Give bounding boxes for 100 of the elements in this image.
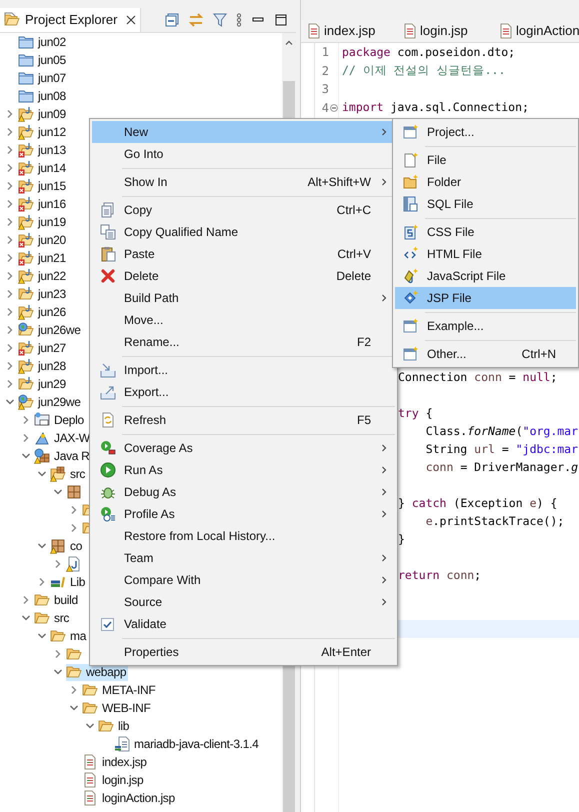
tree-item[interactable]: jun14 bbox=[18, 160, 68, 176]
editor-tab[interactable]: loginAction bbox=[493, 20, 579, 42]
menu-item[interactable]: Team bbox=[92, 547, 395, 569]
menu-item[interactable]: Properties Alt+Enter bbox=[92, 641, 395, 663]
menu-item[interactable]: Debug As bbox=[92, 481, 395, 503]
chevron-right-icon[interactable] bbox=[5, 361, 15, 371]
menu-item[interactable]: Build Path bbox=[92, 287, 395, 309]
collapse-icon[interactable] bbox=[330, 104, 338, 112]
chevron-right-icon[interactable] bbox=[37, 577, 47, 587]
chevron-right-icon[interactable] bbox=[5, 145, 15, 155]
chevron-down-icon[interactable] bbox=[85, 721, 95, 731]
menu-item[interactable]: File bbox=[395, 149, 576, 171]
menu-item[interactable]: Delete Delete bbox=[92, 265, 395, 287]
menu-item[interactable]: Other... Ctrl+N bbox=[395, 343, 576, 365]
tree-item[interactable]: loginAction.jsp bbox=[82, 790, 177, 806]
menu-item[interactable]: Project... bbox=[395, 121, 576, 143]
menu-item[interactable]: JavaScript File bbox=[395, 265, 576, 287]
chevron-down-icon[interactable] bbox=[53, 487, 63, 497]
tree-item[interactable]: jun12 bbox=[18, 124, 68, 140]
tree-item[interactable]: Lib bbox=[50, 574, 88, 590]
chevron-right-icon[interactable] bbox=[5, 109, 15, 119]
menu-item[interactable]: Run As bbox=[92, 459, 395, 481]
chevron-right-icon[interactable] bbox=[21, 415, 31, 425]
menu-item[interactable]: Refresh F5 bbox=[92, 409, 395, 431]
tree-item[interactable]: jun19 bbox=[18, 214, 68, 230]
chevron-right-icon[interactable] bbox=[69, 505, 79, 515]
tree-item[interactable]: jun28 bbox=[18, 358, 68, 374]
more-icon[interactable] bbox=[236, 13, 242, 27]
chevron-right-icon[interactable] bbox=[5, 181, 15, 191]
menu-item[interactable]: HTML File bbox=[395, 243, 576, 265]
chevron-right-icon[interactable] bbox=[69, 685, 79, 695]
tree-item[interactable]: jun21 bbox=[18, 250, 68, 266]
tree-item[interactable]: jun26we bbox=[18, 322, 83, 338]
menu-item[interactable]: New bbox=[92, 121, 395, 143]
chevron-right-icon[interactable] bbox=[5, 325, 15, 335]
menu-item[interactable]: Validate bbox=[92, 613, 395, 635]
chevron-right-icon[interactable] bbox=[5, 307, 15, 317]
chevron-right-icon[interactable] bbox=[5, 199, 15, 209]
tree-item[interactable]: src bbox=[34, 610, 72, 626]
chevron-right-icon[interactable] bbox=[21, 595, 31, 605]
menu-item[interactable]: Go Into bbox=[92, 143, 395, 165]
tree-item[interactable]: META-INF bbox=[82, 682, 158, 698]
chevron-down-icon[interactable] bbox=[37, 469, 47, 479]
menu-item[interactable]: Export... bbox=[92, 381, 395, 403]
editor-tab[interactable]: login.jsp bbox=[397, 20, 493, 42]
menu-item[interactable]: Move... bbox=[92, 309, 395, 331]
tree-item[interactable]: Java R bbox=[34, 448, 92, 464]
chevron-right-icon[interactable] bbox=[5, 271, 15, 281]
tree-item[interactable]: build bbox=[34, 592, 80, 608]
link-icon[interactable] bbox=[188, 13, 204, 27]
tree-item[interactable]: co bbox=[50, 538, 84, 554]
menu-item[interactable]: Example... bbox=[395, 315, 576, 337]
tree-item[interactable]: jun20 bbox=[18, 232, 68, 248]
tree-item[interactable]: jun16 bbox=[18, 196, 68, 212]
tree-item[interactable]: lib bbox=[98, 718, 132, 734]
chevron-right-icon[interactable] bbox=[5, 253, 15, 263]
chevron-down-icon[interactable] bbox=[21, 613, 31, 623]
tree-item[interactable]: JAX-W bbox=[34, 430, 92, 446]
chevron-down-icon[interactable] bbox=[53, 667, 63, 677]
chevron-right-icon[interactable] bbox=[21, 433, 31, 443]
chevron-down-icon[interactable] bbox=[37, 631, 47, 641]
chevron-right-icon[interactable] bbox=[5, 217, 15, 227]
tree-item[interactable]: jun22 bbox=[18, 268, 68, 284]
menu-item[interactable]: Rename... F2 bbox=[92, 331, 395, 353]
chevron-right-icon[interactable] bbox=[5, 163, 15, 173]
menu-item[interactable]: CSS File bbox=[395, 221, 576, 243]
tree-item[interactable]: jun07 bbox=[18, 70, 68, 86]
chevron-right-icon[interactable] bbox=[5, 127, 15, 137]
collapse-all-icon[interactable] bbox=[165, 13, 179, 27]
chevron-right-icon[interactable] bbox=[5, 379, 15, 389]
tree-item[interactable]: Deplo bbox=[34, 412, 86, 428]
chevron-down-icon[interactable] bbox=[5, 397, 15, 407]
tree-item[interactable]: jun29we bbox=[18, 394, 83, 410]
chevron-right-icon[interactable] bbox=[5, 235, 15, 245]
tree-item[interactable]: jun02 bbox=[18, 34, 68, 50]
tree-item[interactable]: ma bbox=[50, 628, 88, 644]
tree-item[interactable]: WEB-INF bbox=[82, 700, 153, 716]
tree-item[interactable]: mariadb-java-client-3.1.4 bbox=[114, 736, 261, 752]
chevron-right-icon[interactable] bbox=[5, 343, 15, 353]
chevron-up-icon[interactable] bbox=[285, 39, 293, 47]
tree-item[interactable]: jun15 bbox=[18, 178, 68, 194]
tree-item[interactable]: login.jsp bbox=[82, 772, 146, 788]
tree-item[interactable]: jun26 bbox=[18, 304, 68, 320]
tree-item[interactable]: jun29 bbox=[18, 376, 68, 392]
tree-item[interactable]: jun08 bbox=[18, 88, 68, 104]
tree-item[interactable]: jun13 bbox=[18, 142, 68, 158]
chevron-down-icon[interactable] bbox=[37, 541, 47, 551]
chevron-right-icon[interactable] bbox=[53, 559, 63, 569]
tree-item[interactable]: index.jsp bbox=[82, 754, 149, 770]
editor-tab[interactable]: index.jsp bbox=[301, 20, 397, 42]
tree-item[interactable]: jun05 bbox=[18, 52, 68, 68]
menu-item[interactable]: JSP File bbox=[395, 287, 576, 309]
tree-item[interactable]: jun23 bbox=[18, 286, 68, 302]
menu-item[interactable]: SQL File bbox=[395, 193, 576, 215]
menu-item[interactable]: Compare With bbox=[92, 569, 395, 591]
menu-item[interactable]: Profile As bbox=[92, 503, 395, 525]
menu-item[interactable]: Import... bbox=[92, 359, 395, 381]
chevron-down-icon[interactable] bbox=[69, 703, 79, 713]
menu-item[interactable]: Folder bbox=[395, 171, 576, 193]
menu-item[interactable]: Source bbox=[92, 591, 395, 613]
